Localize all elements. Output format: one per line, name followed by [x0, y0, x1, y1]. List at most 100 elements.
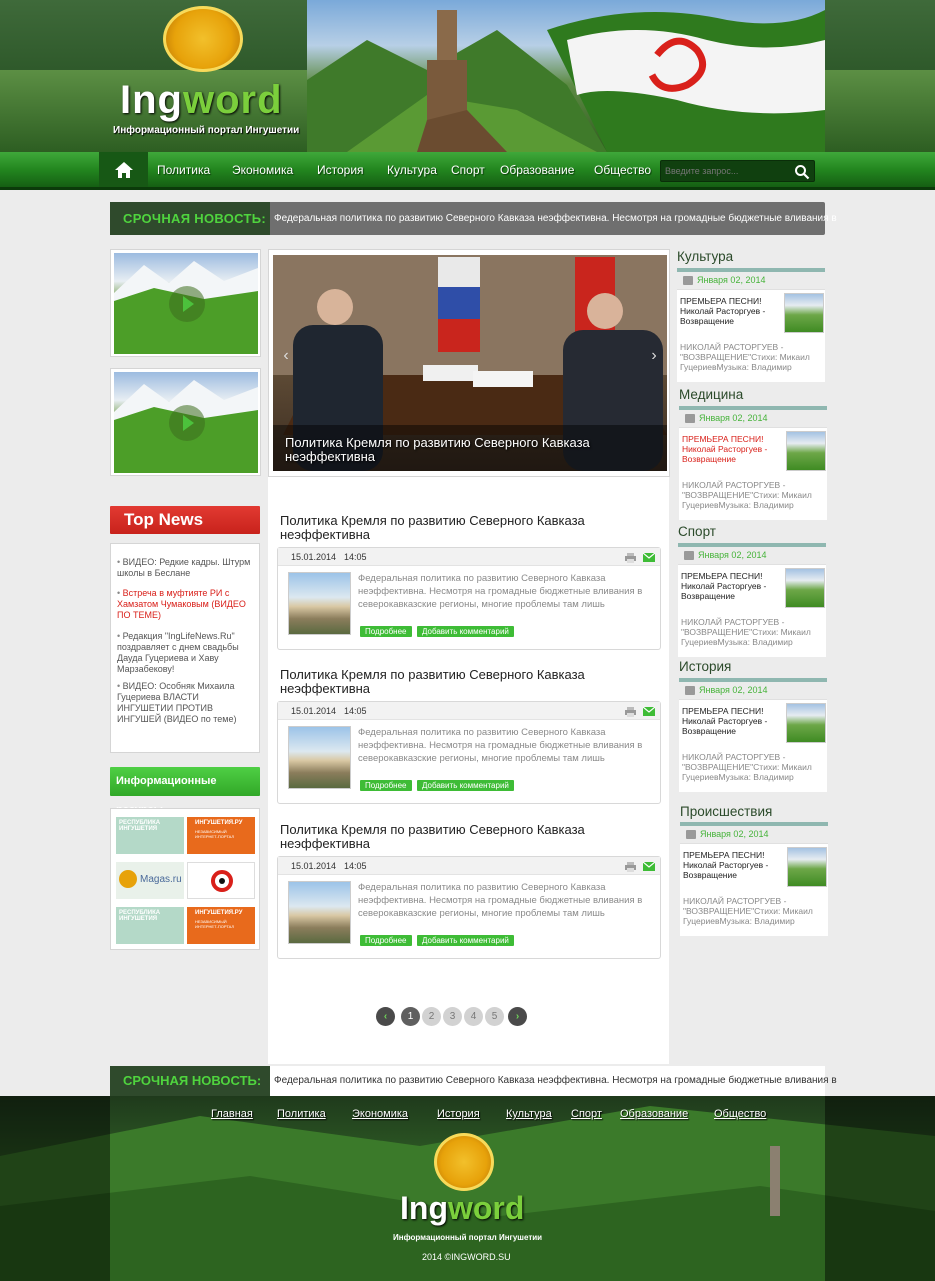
search-icon[interactable] [794, 164, 810, 180]
video-card[interactable] [110, 368, 261, 476]
article-excerpt: Федеральная политика по развитию Северно… [358, 727, 643, 764]
breaking-text[interactable]: Федеральная политика по развитию Северно… [274, 202, 837, 235]
pagination-page[interactable]: 4 [464, 1007, 483, 1026]
print-icon[interactable] [625, 862, 636, 872]
top-news-item[interactable]: • ВИДЕО: Особняк Михаила Гуцериева ВЛАСТ… [117, 681, 255, 725]
mail-icon[interactable] [643, 707, 655, 716]
pagination-prev[interactable]: ‹ [376, 1007, 395, 1026]
play-icon[interactable] [169, 286, 205, 322]
pagination-next[interactable]: › [508, 1007, 527, 1026]
sidebar-thumbnail[interactable] [784, 293, 824, 333]
sidebar-excerpt: НИКОЛАЙ РАСТОРГУЕВ - "ВОЗВРАЩЕНИЕ"Стихи:… [682, 752, 812, 782]
search-input[interactable] [665, 163, 785, 179]
nav-politics[interactable]: Политика [157, 152, 210, 188]
top-news-item[interactable]: • ВИДЕО: Редкие кадры. Штурм школы в Бес… [117, 557, 255, 579]
resource-sub: НЕЗАВИСИМЫЙ ИНТЕРНЕТ-ПОРТАЛ [195, 829, 235, 839]
nav-society[interactable]: Общество [594, 152, 651, 188]
add-comment-button[interactable]: Добавить комментарий [417, 626, 514, 637]
sidebar-thumbnail[interactable] [785, 568, 825, 608]
footer-nav-society[interactable]: Общество [714, 1108, 766, 1120]
nav-culture[interactable]: Культура [387, 152, 437, 188]
resource-banner[interactable]: РЕСПУБЛИКА ИНГУШЕТИЯ [116, 907, 184, 944]
footer-nav-home[interactable]: Главная [211, 1108, 253, 1120]
arrow-left-icon[interactable]: ‹ [279, 347, 293, 365]
article-title[interactable]: Политика Кремля по развитию Северного Ка… [280, 514, 650, 542]
article-title[interactable]: Политика Кремля по развитию Северного Ка… [280, 668, 650, 696]
search-box [660, 160, 815, 182]
article-excerpt: Федеральная политика по развитию Северно… [358, 573, 643, 610]
footer-nav-education[interactable]: Образование [620, 1108, 688, 1120]
footer-nav-economy[interactable]: Экономика [352, 1108, 408, 1120]
pagination-page[interactable]: 5 [485, 1007, 504, 1026]
article-thumbnail[interactable] [288, 726, 351, 789]
top-news-item[interactable]: • Встреча в муфтияте РИ с Хамзатом Чумак… [117, 588, 255, 621]
mail-icon[interactable] [643, 862, 655, 871]
sidebar-heading[interactable]: Спорт [678, 524, 826, 539]
sidebar-thumbnail[interactable] [786, 703, 826, 743]
top-news-list: • ВИДЕО: Редкие кадры. Штурм школы в Бес… [110, 543, 260, 753]
footer-nav-sport[interactable]: Спорт [571, 1108, 602, 1120]
pagination-page[interactable]: 1 [401, 1007, 420, 1026]
article-thumbnail[interactable] [288, 881, 351, 944]
sidebar-headline[interactable]: ПРЕМЬЕРА ПЕСНИ! Николай Расторгуев - Воз… [682, 434, 777, 464]
resource-sub: НЕЗАВИСИМЫЙ ИНТЕРНЕТ-ПОРТАЛ [195, 919, 235, 929]
add-comment-button[interactable]: Добавить комментарий [417, 780, 514, 791]
read-more-button[interactable]: Подробнее [360, 935, 412, 946]
slide-image[interactable]: ‹ › Политика Кремля по развитию Северног… [273, 255, 667, 471]
footer-nav-culture[interactable]: Культура [506, 1108, 552, 1120]
sidebar-headline[interactable]: ПРЕМЬЕРА ПЕСНИ! Николай Расторгуев - Воз… [680, 296, 775, 326]
featured-slider: ‹ › Политика Кремля по развитию Северног… [268, 249, 670, 477]
resource-label: ИНГУШЕТИЯ.РУ [195, 820, 243, 826]
emblem-logo[interactable] [163, 6, 243, 72]
top-news-text: ВИДЕО: Особняк Михаила Гуцериева ВЛАСТИ … [117, 681, 237, 724]
article-title[interactable]: Политика Кремля по развитию Северного Ка… [280, 823, 650, 851]
play-icon[interactable] [169, 405, 205, 441]
footer-nav-politics[interactable]: Политика [277, 1108, 326, 1120]
add-comment-button[interactable]: Добавить комментарий [417, 935, 514, 946]
sidebar-datebar: Января 02, 2014 [680, 826, 828, 844]
resource-banner[interactable]: Magas.ru [116, 862, 184, 899]
sidebar-thumbnail[interactable] [787, 847, 827, 887]
footer-nav-history[interactable]: История [437, 1108, 480, 1120]
footer-emblem-logo[interactable] [434, 1133, 494, 1191]
footer-logo[interactable]: Ingword [400, 1190, 524, 1227]
sidebar-heading[interactable]: Медицина [679, 387, 827, 402]
breaking-text[interactable]: Федеральная политика по развитию Северно… [274, 1066, 837, 1096]
site-logo[interactable]: Ingword [120, 78, 283, 123]
top-news-item[interactable]: • Редакция "IngLifeNews.Ru" поздравляет … [117, 631, 255, 675]
sidebar-headline[interactable]: ПРЕМЬЕРА ПЕСНИ! Николай Расторгуев - Воз… [681, 571, 776, 601]
resources-box: РЕСПУБЛИКА ИНГУШЕТИЯ ИНГУШЕТИЯ.РУ НЕЗАВИС… [110, 808, 260, 950]
copyright: 2014 ©INGWORD.SU [422, 1252, 511, 1262]
ingush-symbol-icon [211, 870, 233, 892]
read-more-button[interactable]: Подробнее [360, 626, 412, 637]
print-icon[interactable] [625, 707, 636, 717]
resource-banner[interactable]: РЕСПУБЛИКА ИНГУШЕТИЯ [116, 817, 184, 854]
print-icon[interactable] [625, 553, 636, 563]
nav-education[interactable]: Образование [500, 152, 574, 188]
nav-home[interactable] [99, 152, 148, 187]
home-icon [114, 161, 133, 178]
read-more-button[interactable]: Подробнее [360, 780, 412, 791]
pagination-page[interactable]: 2 [422, 1007, 441, 1026]
resource-banner[interactable] [187, 862, 255, 899]
resource-banner[interactable]: ИНГУШЕТИЯ.РУ НЕЗАВИСИМЫЙ ИНТЕРНЕТ-ПОРТАЛ [187, 817, 255, 854]
nav-economy[interactable]: Экономика [232, 152, 293, 188]
article-thumbnail[interactable] [288, 572, 351, 635]
sidebar-headline[interactable]: ПРЕМЬЕРА ПЕСНИ! Николай Расторгуев - Воз… [682, 706, 777, 736]
article-excerpt: Федеральная политика по развитию Северно… [358, 882, 643, 919]
arrow-right-icon[interactable]: › [647, 347, 661, 365]
sidebar-heading[interactable]: Культура [677, 249, 825, 264]
footer-subtitle: Информационный портал Ингушетии [393, 1233, 543, 1242]
sidebar-thumbnail[interactable] [786, 431, 826, 471]
slide-caption[interactable]: Политика Кремля по развитию Северного Ка… [285, 436, 645, 464]
sidebar-heading[interactable]: Происшествия [680, 804, 828, 819]
nav-sport[interactable]: Спорт [451, 152, 485, 188]
sidebar-headline[interactable]: ПРЕМЬЕРА ПЕСНИ! Николай Расторгуев - Воз… [683, 850, 778, 880]
mail-icon[interactable] [643, 553, 655, 562]
video-card[interactable] [110, 249, 261, 357]
main-nav: Политика Экономика История Культура Спор… [0, 152, 935, 190]
nav-history[interactable]: История [317, 152, 364, 188]
resource-banner[interactable]: ИНГУШЕТИЯ.РУ НЕЗАВИСИМЫЙ ИНТЕРНЕТ-ПОРТАЛ [187, 907, 255, 944]
pagination-page[interactable]: 3 [443, 1007, 462, 1026]
sidebar-heading[interactable]: История [679, 659, 827, 674]
